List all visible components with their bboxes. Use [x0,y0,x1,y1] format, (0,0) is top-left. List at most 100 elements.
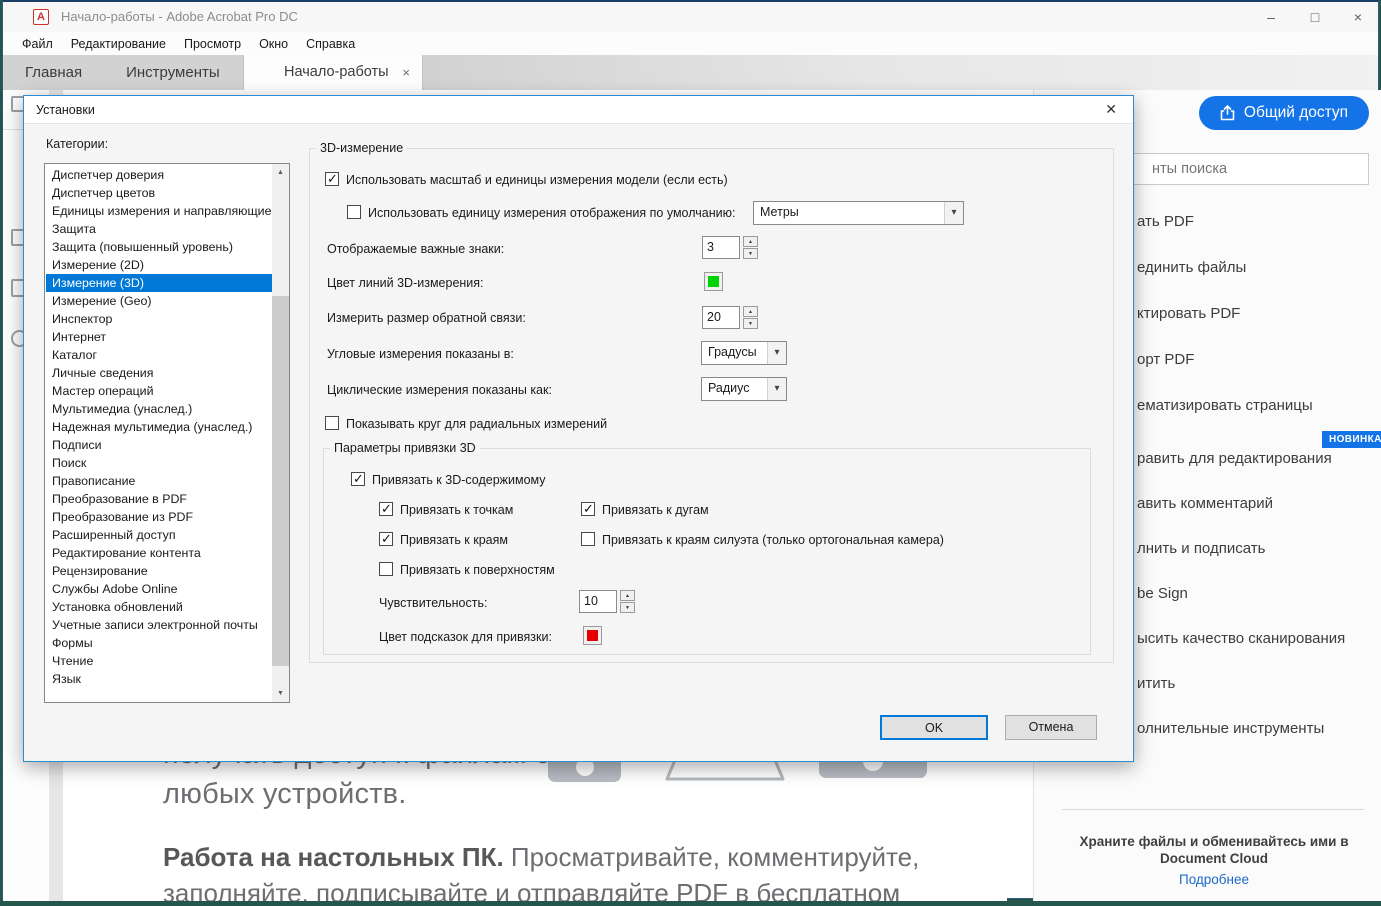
tab-home[interactable]: Главная [3,55,104,90]
feedback-size-field[interactable]: 20 [702,306,740,329]
menu-item[interactable]: Справка [297,34,364,54]
sensitivity-stepper[interactable]: ▲ ▼ [620,590,635,613]
tab-document[interactable]: Начало-работы × [243,55,423,90]
spinner-down-icon[interactable]: ▼ [620,602,635,613]
category-item[interactable]: Диспетчер цветов [46,184,272,202]
tool-item[interactable]: ематизировать страницы [1137,397,1313,414]
category-item[interactable]: Поиск [46,454,272,472]
chevron-down-icon: ▾ [767,378,786,400]
tab-close-icon[interactable]: × [402,55,410,90]
use-default-unit-checkbox[interactable] [347,205,361,219]
sensitivity-field[interactable]: 10 [579,590,617,613]
tool-item[interactable]: лнить и подписать [1137,540,1265,557]
category-item[interactable]: Язык [46,670,272,688]
menu-item[interactable]: Файл [13,34,62,54]
snap-silhouette-checkbox[interactable] [581,532,595,546]
maximize-icon[interactable]: □ [1300,6,1330,28]
category-item[interactable]: Инспектор [46,310,272,328]
hint-color-swatch[interactable] [583,626,602,645]
snap-edges-label: Привязать к краям [400,533,508,547]
share-button[interactable]: Общий доступ [1199,96,1369,130]
category-item[interactable]: Единицы измерения и направляющие [46,202,272,220]
tool-item[interactable]: итить [1137,675,1175,692]
tab-group: Главная Инструменты [3,55,241,90]
minimize-icon[interactable]: – [1256,6,1286,28]
category-item[interactable]: Измерение (2D) [46,256,272,274]
menu-item[interactable]: Редактирование [62,34,175,54]
category-item[interactable]: Установка обновлений [46,598,272,616]
category-item[interactable]: Преобразование в PDF [46,490,272,508]
category-item[interactable]: Службы Adobe Online [46,580,272,598]
significant-digits-field[interactable]: 3 [702,236,740,259]
angular-units-value: Градусы [708,345,757,359]
category-item[interactable]: Чтение [46,652,272,670]
close-icon[interactable]: × [1343,6,1373,28]
category-item[interactable]: Измерение (Geo) [46,292,272,310]
category-item[interactable]: Мастер операций [46,382,272,400]
category-item[interactable]: Мультимедиа (унаслед.) [46,400,272,418]
share-icon [1220,105,1235,121]
category-item[interactable]: Формы [46,634,272,652]
category-item[interactable]: Рецензирование [46,562,272,580]
tool-item[interactable]: ать PDF [1137,213,1194,230]
category-item[interactable]: Каталог [46,346,272,364]
snap-faces-label: Привязать к поверхностям [400,563,555,577]
category-item[interactable]: Редактирование контента [46,544,272,562]
cancel-button[interactable]: Отмена [1005,715,1097,740]
divider [1062,809,1364,810]
snap-arcs-checkbox[interactable] [581,501,595,517]
category-item[interactable]: Правописание [46,472,272,490]
dialog-close-icon[interactable]: ✕ [1105,101,1117,118]
snap-faces-checkbox[interactable] [379,562,393,576]
snap-3d-label: Привязать к 3D-содержимому [372,473,546,487]
show-circle-checkbox[interactable] [325,416,339,430]
spinner-down-icon[interactable]: ▼ [743,318,758,329]
angular-units-select[interactable]: Градусы ▾ [701,341,787,365]
circular-units-label: Циклические измерения показаны как: [327,383,552,397]
spinner-up-icon[interactable]: ▲ [743,306,758,317]
spinner-down-icon[interactable]: ▼ [743,248,758,259]
tool-search-input[interactable] [1094,153,1369,185]
tool-item[interactable]: ктировать PDF [1137,305,1240,322]
line-color-swatch[interactable] [704,272,723,291]
scroll-up-icon[interactable]: ▲ [272,164,289,181]
category-item[interactable]: Преобразование из PDF [46,508,272,526]
category-item[interactable]: Защита (повышенный уровень) [46,238,272,256]
category-item[interactable]: Подписи [46,436,272,454]
tool-item[interactable]: авить комментарий [1137,495,1273,512]
ok-button[interactable]: OK [880,715,988,740]
default-unit-select[interactable]: Метры ▾ [753,201,964,225]
spinner-up-icon[interactable]: ▲ [743,236,758,247]
scrollbar-thumb[interactable] [272,296,289,666]
significant-digits-stepper[interactable]: ▲ ▼ [743,236,758,259]
tab-tools[interactable]: Инструменты [104,55,242,90]
menu-item[interactable]: Просмотр [175,34,250,54]
tool-item[interactable]: ысить качество сканирования [1137,630,1345,647]
listbox-scrollbar[interactable]: ▲ ▼ [272,164,289,702]
category-item[interactable]: Защита [46,220,272,238]
snap-edges-checkbox[interactable] [379,531,393,547]
tool-item[interactable]: единить файлы [1137,259,1246,276]
category-item[interactable]: Интернет [46,328,272,346]
feedback-size-label: Измерить размер обратной связи: [327,311,526,325]
tool-item[interactable]: be Sign [1137,585,1188,602]
category-item[interactable]: Диспетчер доверия [46,166,272,184]
spinner-up-icon[interactable]: ▲ [620,590,635,601]
category-item[interactable]: Надежная мультимедиа (унаслед.) [46,418,272,436]
snap-3d-checkbox[interactable] [351,471,365,487]
feedback-size-stepper[interactable]: ▲ ▼ [743,306,758,329]
snap-points-checkbox[interactable] [379,501,393,517]
category-item[interactable]: Учетные записи электронной почты [46,616,272,634]
category-item[interactable]: Расширенный доступ [46,526,272,544]
tool-item[interactable]: орт PDF [1137,351,1194,368]
circular-units-select[interactable]: Радиус ▾ [701,377,787,401]
use-model-units-checkbox[interactable] [325,171,339,187]
category-item[interactable]: Измерение (3D) [46,274,272,292]
tool-item[interactable]: олнительные инструменты [1137,720,1324,737]
significant-digits-label: Отображаемые важные знаки: [327,242,505,256]
scroll-down-icon[interactable]: ▼ [272,685,289,702]
menu-item[interactable]: Окно [250,34,297,54]
category-item[interactable]: Личные сведения [46,364,272,382]
learn-more-link[interactable]: Подробнее [1034,872,1381,887]
tool-item[interactable]: равить для редактирования [1137,450,1332,467]
